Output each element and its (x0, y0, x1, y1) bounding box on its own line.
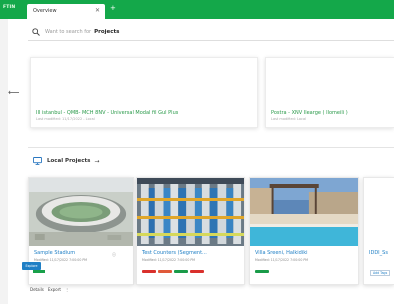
status-bar (158, 270, 172, 273)
search-bar[interactable]: Want to search for Projects (32, 27, 119, 37)
project-card[interactable]: Villa Sreeni, Halkidiki Modified: 11/17/… (249, 177, 359, 285)
status-bar (174, 270, 188, 273)
project-modified: Modified: 11/17/2022 7:00:00 PM (34, 258, 88, 262)
local-projects-label: Local Projects (47, 158, 91, 164)
info-icon[interactable]: ⓘ (112, 252, 116, 258)
project-card[interactable]: Sample Stadium Modified: 11/17/2022 7:00… (28, 177, 134, 285)
project-thumbnail[interactable] (250, 178, 358, 246)
project-title[interactable]: IDDI_Ss (369, 250, 388, 256)
project-modified: Modified: 11/17/2022 7:00:00 PM (255, 258, 309, 262)
status-bar (142, 270, 156, 273)
search-scope[interactable]: Projects (94, 29, 119, 35)
status-bar (33, 270, 45, 273)
project-modified: Modified: 11/17/2022 7:00:00 PM (142, 258, 196, 262)
project-thumbnail[interactable] (29, 178, 133, 246)
add-tab-icon[interactable]: + (110, 4, 116, 12)
project-thumbnail[interactable] (137, 178, 244, 246)
search-placeholder[interactable]: Want to search for (45, 29, 91, 35)
divider (28, 147, 394, 148)
monitor-icon (33, 157, 42, 165)
tab-label: Overview (33, 8, 57, 14)
project-title[interactable]: Villa Sreeni, Halkidiki (255, 250, 308, 256)
recent-project-card[interactable]: Postra - XNV Ilearge ( Ilomeili ) Last m… (265, 57, 394, 128)
tab-overview[interactable]: Overview ✕ (27, 4, 105, 19)
details-button[interactable]: Details (30, 287, 44, 292)
recent-project-title[interactable]: III istanbul - QMB- MCH 8NV - Universal … (36, 110, 178, 116)
project-title[interactable]: Sample Stadium (34, 250, 75, 256)
explore-button[interactable]: Explore (22, 262, 41, 270)
more-icon[interactable]: ⋮ (65, 287, 69, 292)
status-bars (142, 270, 204, 273)
app-badge: FTIN (3, 5, 16, 10)
search-icon (32, 28, 40, 36)
arrow-left-icon[interactable]: ⟵ (8, 88, 19, 97)
add-tags-button[interactable]: Add Tags (370, 270, 391, 276)
local-projects-header[interactable]: Local Projects → (33, 157, 99, 165)
status-bar (190, 270, 204, 273)
status-bar (255, 270, 269, 273)
arrow-right-icon[interactable]: → (94, 158, 99, 165)
project-title[interactable]: Test Counters (Segment... (142, 250, 207, 256)
project-card[interactable]: Test Counters (Segment... Modified: 11/1… (136, 177, 245, 285)
status-bars (255, 270, 269, 273)
recent-project-card[interactable]: III istanbul - QMB- MCH 8NV - Universal … (30, 57, 258, 128)
project-card[interactable]: IDDI_Ss (363, 177, 394, 285)
card-actions: Details Export ⋮ (30, 287, 73, 292)
close-icon[interactable]: ✕ (95, 7, 100, 14)
recent-project-title[interactable]: Postra - XNV Ilearge ( Ilomeili ) (271, 110, 348, 116)
title-bar: FTIN Overview ✕ + (0, 0, 394, 19)
recent-project-subtitle: Last modified: 11/17/2022 - Local (36, 117, 95, 121)
divider (28, 40, 394, 41)
recent-project-subtitle: Last modified: Local (271, 117, 307, 121)
export-button[interactable]: Export (48, 287, 61, 292)
